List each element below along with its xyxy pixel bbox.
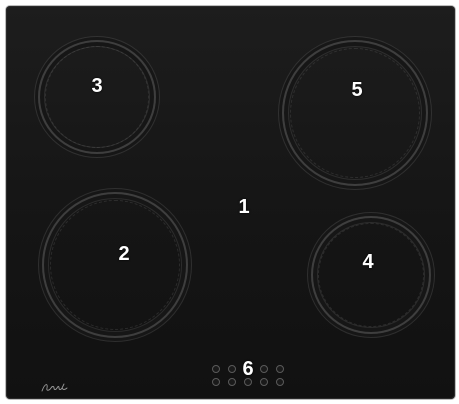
zone-label-3: 3: [91, 75, 103, 97]
controls-label-6: 6: [242, 358, 254, 380]
control-button[interactable]: [212, 365, 220, 373]
control-button[interactable]: [260, 378, 268, 386]
control-button[interactable]: [212, 378, 220, 386]
zone-label-5: 5: [351, 79, 363, 101]
cooking-zone-bottom-right: [311, 216, 431, 334]
cooktop-surface: 3 5 1 2 4 6: [6, 6, 455, 399]
cooking-zone-bottom-left: [42, 192, 188, 338]
panel-label-1: 1: [238, 196, 250, 218]
zone-label-2: 2: [118, 243, 130, 265]
control-button[interactable]: [228, 365, 236, 373]
control-button[interactable]: [260, 365, 268, 373]
brand-logo-icon: [41, 383, 68, 392]
control-button[interactable]: [276, 378, 284, 386]
zone-label-4: 4: [362, 251, 374, 273]
cooking-zone-top-left: [38, 40, 156, 154]
cooking-zone-top-right: [282, 40, 428, 186]
control-button[interactable]: [276, 365, 284, 373]
control-button[interactable]: [228, 378, 236, 386]
